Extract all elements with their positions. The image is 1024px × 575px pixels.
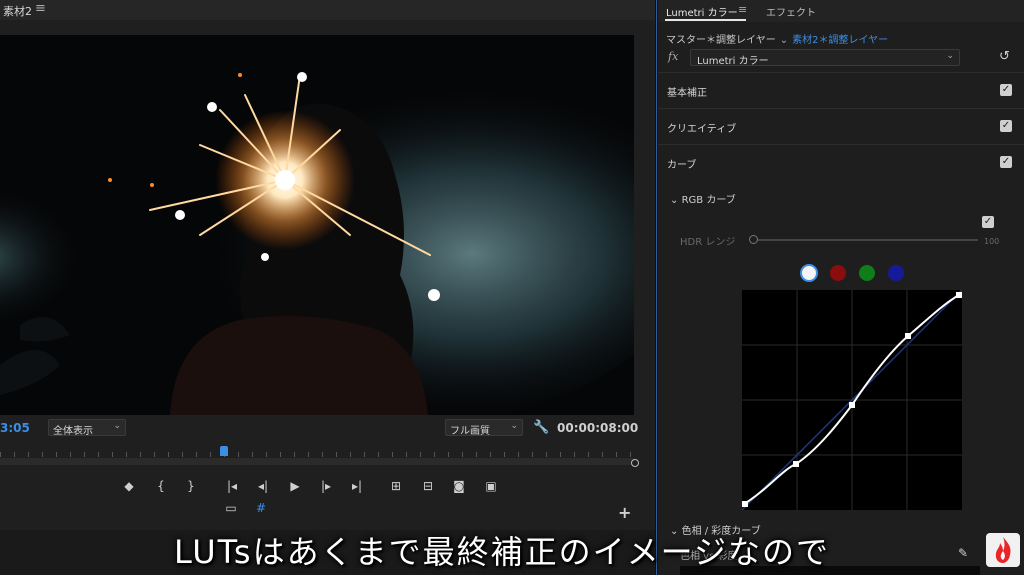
playback-resolution-select[interactable]: フル画質 ⌄ [445, 419, 523, 437]
chevron-down-icon: ⌄ [113, 421, 121, 431]
lumetri-color-panel: Lumetri カラー ≡ エフェクト マスター＊調整レイヤー ⌄ 素材2＊調整レイ… [658, 0, 1024, 575]
hue-vs-sat-graph[interactable] [680, 566, 980, 575]
play-icon[interactable]: ▶ [286, 478, 304, 494]
channel-red-button[interactable] [830, 265, 846, 281]
curve-canvas [741, 289, 963, 511]
effect-select[interactable]: Lumetri カラー ⌄ [690, 49, 960, 67]
active-clip-label[interactable]: 素材2＊調整レイヤー [792, 35, 888, 46]
transport-controls-secondary: ▭ # [222, 500, 282, 518]
section-curves[interactable]: カーブ ✓ [658, 144, 1024, 180]
section-basic-correction[interactable]: 基本補正 ✓ [658, 72, 1024, 108]
channel-blue-button[interactable] [888, 265, 904, 281]
playback-resolution-value: フル画質 [450, 426, 490, 437]
curve-point[interactable] [905, 333, 911, 339]
go-to-in-icon[interactable]: |◂ [223, 478, 241, 494]
hue-sat-curves-label: 色相 / 彩度カーブ [681, 526, 761, 537]
rgb-curve-header[interactable]: ⌄ RGB カーブ [670, 191, 736, 206]
active-tab-indicator [665, 19, 746, 21]
step-forward-icon[interactable]: |▸ [317, 478, 335, 494]
curve-point[interactable] [793, 461, 799, 467]
panel-tabs: Lumetri カラー ≡ エフェクト [658, 0, 1024, 22]
master-clip-label[interactable]: マスター＊調整レイヤー [666, 35, 776, 46]
transport-controls: ◆ { } |◂ ◂| ▶ |▸ ▸| ⊞ ⊟ ◙ ▣ [120, 478, 520, 496]
clip-selector[interactable]: マスター＊調整レイヤー ⌄ 素材2＊調整レイヤー [666, 31, 888, 46]
section-label: カーブ [667, 160, 697, 171]
chevron-down-icon[interactable]: ⌄ [780, 35, 788, 46]
tab-menu-icon[interactable]: ≡ [738, 3, 747, 16]
basic-correction-checkbox[interactable]: ✓ [1000, 84, 1012, 96]
monitor-menu-icon[interactable]: ≡ [35, 1, 46, 16]
hdr-range-slider-handle[interactable] [749, 235, 758, 244]
tab-effects[interactable]: エフェクト [766, 4, 816, 19]
monitor-bottom-area [0, 530, 655, 575]
step-back-icon[interactable]: ◂| [254, 478, 272, 494]
section-label: クリエイティブ [667, 124, 737, 135]
effect-select-value: Lumetri カラー [697, 56, 769, 67]
hdr-range-value[interactable]: 100 [984, 237, 999, 246]
out-point-handle[interactable] [631, 459, 639, 467]
flame-icon [995, 537, 1011, 563]
curves-checkbox[interactable]: ✓ [1000, 156, 1012, 168]
chevron-down-icon: ⌄ [510, 421, 518, 431]
add-marker-icon[interactable]: ◆ [120, 478, 138, 494]
rgb-curve-label: RGB カーブ [681, 195, 736, 206]
duration-timecode: 00:00:08:00 [557, 421, 639, 435]
go-to-out-icon[interactable]: ▸| [348, 478, 366, 494]
rgb-curve-graph[interactable] [741, 289, 963, 511]
safe-margins-icon[interactable]: ▭ [222, 500, 240, 516]
effect-row: fx Lumetri カラー ⌄ ↺ [658, 46, 1024, 68]
chevron-down-icon: ⌄ [946, 51, 954, 61]
channel-green-button[interactable] [859, 265, 875, 281]
rgb-curve-checkbox[interactable]: ✓ [982, 216, 994, 228]
curve-point[interactable] [849, 402, 855, 408]
section-creative[interactable]: クリエイティブ ✓ [658, 108, 1024, 144]
hdr-range-slider-track[interactable] [754, 239, 978, 241]
button-editor-plus-icon[interactable]: + [618, 503, 631, 522]
section-label: 基本補正 [667, 88, 707, 99]
playhead-timecode[interactable]: 3:05 [0, 421, 30, 435]
mark-out-icon[interactable]: } [182, 478, 200, 494]
monitor-header: 素材2 ≡ [0, 0, 655, 20]
eyedropper-icon[interactable]: ✎ [958, 546, 968, 560]
snap-grid-icon[interactable]: # [252, 500, 270, 516]
playhead-marker[interactable] [220, 446, 228, 456]
comparison-view-icon[interactable]: ▣ [482, 478, 500, 494]
timeline-ticks [0, 452, 634, 457]
export-frame-camera-icon[interactable]: ◙ [450, 478, 468, 494]
hue-sat-curves-header[interactable]: ⌄ 色相 / 彩度カーブ [670, 522, 761, 537]
zoom-level-select[interactable]: 全体表示 ⌄ [48, 419, 126, 437]
mark-in-icon[interactable]: { [152, 478, 170, 494]
video-preview[interactable] [0, 35, 634, 415]
lift-icon[interactable]: ⊞ [387, 478, 405, 494]
wrench-icon[interactable]: 🔧 [533, 420, 549, 435]
curve-point[interactable] [742, 501, 748, 507]
fx-toggle-icon[interactable]: fx [668, 50, 678, 63]
extract-icon[interactable]: ⊟ [419, 478, 437, 494]
zoom-level-value: 全体表示 [53, 426, 93, 437]
reset-icon[interactable]: ↺ [999, 49, 1010, 64]
monitor-title[interactable]: 素材2 [3, 3, 32, 19]
channel-logo [986, 533, 1020, 567]
chevron-down-icon: ⌄ [670, 195, 679, 206]
hdr-range-label: HDR レンジ [680, 237, 736, 248]
channel-luma-button[interactable] [800, 264, 818, 282]
mini-timeline[interactable] [0, 444, 640, 468]
monitor-controls-bar: 3:05 全体表示 ⌄ フル画質 ⌄ 🔧 00:00:08:00 [0, 418, 655, 440]
chevron-down-icon: ⌄ [670, 526, 679, 537]
hue-vs-sat-label: 色相 vs 彩度 [680, 551, 738, 562]
curve-point[interactable] [956, 292, 962, 298]
creative-checkbox[interactable]: ✓ [1000, 120, 1012, 132]
video-frame-image [0, 35, 634, 415]
panel-focus-line [656, 0, 657, 575]
timeline-track[interactable] [0, 458, 634, 465]
program-monitor: 素材2 ≡ 3:05 全体表示 ⌄ フル画質 ⌄ 🔧 00:00:08:00 ◆… [0, 0, 655, 575]
tab-lumetri-color[interactable]: Lumetri カラー [666, 4, 738, 19]
